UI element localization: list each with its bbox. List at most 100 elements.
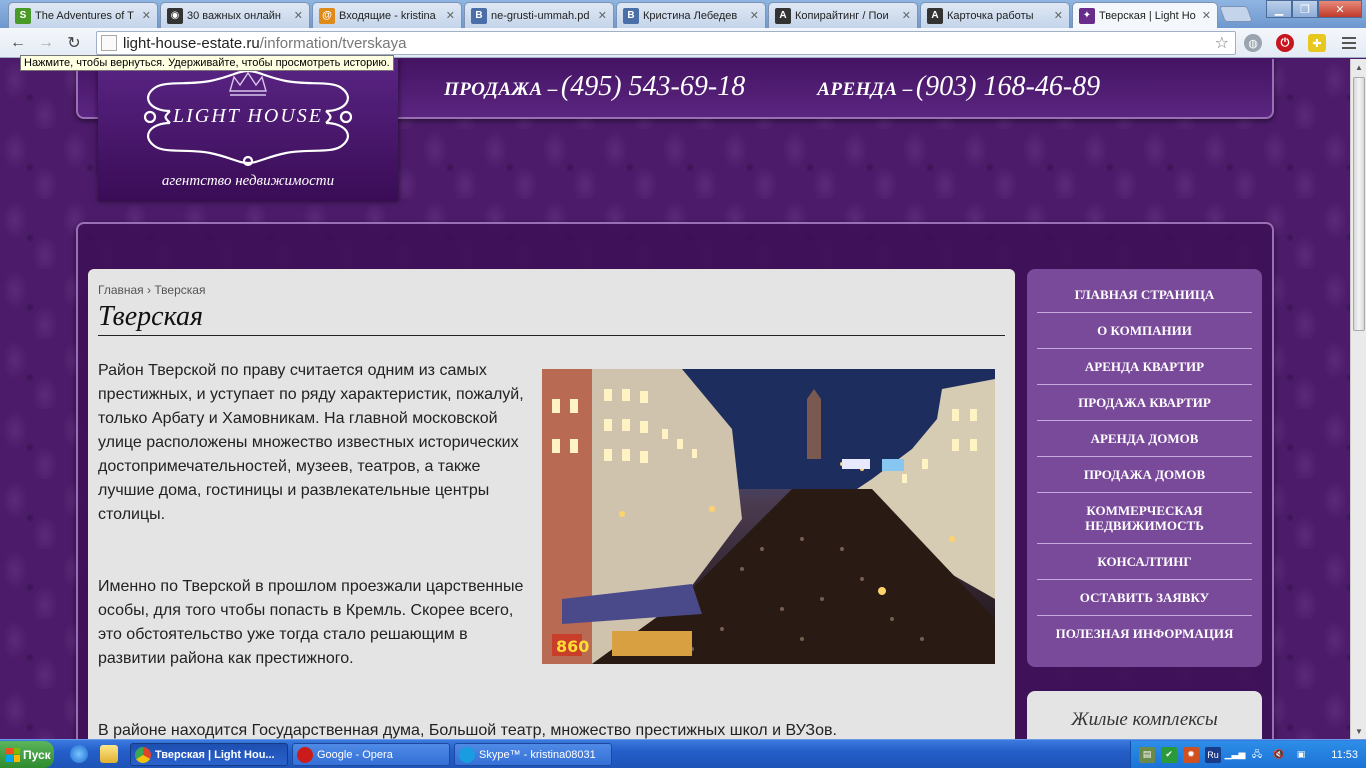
residential-complexes-block: Жилые комплексы xyxy=(1027,691,1262,739)
menu-item-about[interactable]: О КОМПАНИИ xyxy=(1037,313,1252,349)
logo-brand: LIGHT HOUSE xyxy=(173,105,323,127)
content-panel: Главная › Тверская Тверская Район Тверск… xyxy=(88,269,1015,739)
tab-favicon-icon: A xyxy=(775,7,791,24)
menu-item-house-rent[interactable]: АРЕНДА ДОМОВ xyxy=(1037,421,1252,457)
site-logo[interactable]: LIGHT HOUSE агентство недвижимости xyxy=(98,59,398,201)
tab-close-icon[interactable]: ✕ xyxy=(598,9,607,22)
menu-item-home[interactable]: ГЛАВНАЯ СТРАНИЦА xyxy=(1037,277,1252,313)
tab-close-icon[interactable]: ✕ xyxy=(1054,9,1063,22)
tab-title: Входящие - kristina xyxy=(339,9,436,22)
tab-close-icon[interactable]: ✕ xyxy=(142,9,151,22)
scroll-up-icon[interactable]: ▲ xyxy=(1351,59,1366,75)
scroll-thumb[interactable] xyxy=(1353,77,1365,331)
tray-antivirus-icon[interactable]: ✹ xyxy=(1183,746,1199,763)
breadcrumb-home-link[interactable]: Главная xyxy=(98,283,144,297)
breadcrumb: Главная › Тверская xyxy=(98,283,206,297)
scroll-down-icon[interactable]: ▼ xyxy=(1351,723,1366,739)
start-button[interactable]: Пуск xyxy=(0,741,54,768)
chrome-icon xyxy=(135,746,151,763)
tray-misc-icon[interactable]: ▣ xyxy=(1293,747,1309,763)
language-indicator[interactable]: Ru xyxy=(1205,746,1221,763)
page-viewport: LIGHT HOUSE агентство недвижимости ПРОДА… xyxy=(0,59,1350,739)
page-scrollbar[interactable]: ▲ ▼ xyxy=(1350,59,1366,739)
tverskaya-street-photo: 860 xyxy=(542,369,995,664)
page-title: Тверская xyxy=(98,301,1005,336)
menu-item-house-sale[interactable]: ПРОДАЖА ДОМОВ xyxy=(1037,457,1252,493)
volume-muted-icon[interactable]: 🔇 xyxy=(1271,747,1287,763)
network-icon[interactable]: 🖧 xyxy=(1249,747,1265,763)
tray-app-icon[interactable]: ▤ xyxy=(1139,746,1155,763)
menu-item-commercial[interactable]: КОММЕРЧЕСКАЯ НЕДВИЖИМОСТЬ xyxy=(1037,493,1252,544)
minimize-icon[interactable]: ▁ xyxy=(1266,0,1292,18)
back-arrow-icon[interactable]: ← xyxy=(6,32,30,54)
article-paragraph: Именно по Тверской в прошлом проезжали ц… xyxy=(98,578,524,667)
tab-close-icon[interactable]: ✕ xyxy=(750,9,759,22)
menu-item-consulting[interactable]: КОНСАЛТИНГ xyxy=(1037,544,1252,580)
tab-favicon-icon: A xyxy=(927,7,943,24)
power-extension-icon[interactable]: ⏻ xyxy=(1276,34,1294,52)
tab-title: Кристина Лебедев xyxy=(643,9,738,22)
tab-favicon-icon: ◉ xyxy=(167,7,183,24)
article-paragraph: В районе находится Государственная дума,… xyxy=(98,722,837,739)
tab-close-icon[interactable]: ✕ xyxy=(446,9,455,22)
browser-tab[interactable]: A Карточка работы ✕ xyxy=(920,2,1070,28)
address-bar[interactable]: light-house-estate.ru/information/tversk… xyxy=(96,31,1236,55)
menu-icon[interactable] xyxy=(1340,34,1358,52)
skype-icon xyxy=(459,746,475,763)
reload-icon[interactable]: ↻ xyxy=(62,32,86,54)
new-tab-button[interactable] xyxy=(1219,6,1253,22)
back-button-tooltip: Нажмите, чтобы вернуться. Удерживайте, ч… xyxy=(20,55,394,71)
browser-tab[interactable]: @ Входящие - kristina ✕ xyxy=(312,2,462,28)
tab-close-icon[interactable]: ✕ xyxy=(294,9,303,22)
url-text[interactable]: light-house-estate.ru/information/tversk… xyxy=(123,35,406,52)
puzzle-extension-icon[interactable]: ✚ xyxy=(1308,34,1326,52)
browser-toolbar: ← → ↻ light-house-estate.ru/information/… xyxy=(0,28,1366,58)
tab-title: 30 важных онлайн xyxy=(187,9,281,22)
tab-close-icon[interactable]: ✕ xyxy=(1202,9,1211,22)
sidebar-menu: ГЛАВНАЯ СТРАНИЦА О КОМПАНИИ АРЕНДА КВАРТ… xyxy=(1027,269,1262,667)
residential-complexes-title[interactable]: Жилые комплексы xyxy=(1027,709,1262,731)
page-icon xyxy=(101,35,117,51)
tab-favicon-icon: ✦ xyxy=(1079,7,1095,24)
browser-tab[interactable]: ◉ 30 важных онлайн ✕ xyxy=(160,2,310,28)
taskbar-item-opera[interactable]: Google - Opera xyxy=(292,743,450,766)
taskbar-item-chrome[interactable]: Тверская | Light Hou... xyxy=(130,743,288,766)
browser-tab[interactable]: B ne-grusti-ummah.pd ✕ xyxy=(464,2,614,28)
folder-quicklaunch-icon[interactable] xyxy=(100,745,118,763)
phone-rent: АРЕНДА – (903) 168-46-89 xyxy=(817,71,1101,102)
opera-icon xyxy=(297,746,313,763)
window-controls: ▁ ❐ ✕ xyxy=(1266,0,1362,18)
tab-title: Копирайтинг / Пои xyxy=(795,9,889,22)
maximize-icon[interactable]: ❐ xyxy=(1292,0,1318,18)
tab-favicon-icon: B xyxy=(471,7,487,24)
bookmark-star-icon[interactable]: ☆ xyxy=(1215,33,1229,53)
browser-tab-active[interactable]: ✦ Тверская | Light Ho ✕ xyxy=(1072,2,1218,28)
ie-quicklaunch-icon[interactable] xyxy=(70,745,88,763)
system-tray: ▤ ✔ ✹ Ru ▁▃▅ 🖧 🔇 ▣ 11:53 xyxy=(1130,741,1366,768)
tab-favicon-icon: S xyxy=(15,7,31,24)
tab-title: Тверская | Light Ho xyxy=(1099,9,1196,22)
browser-tab[interactable]: A Копирайтинг / Пои ✕ xyxy=(768,2,918,28)
article-paragraph: Район Тверской по праву считается одним … xyxy=(98,362,524,523)
browser-tab[interactable]: S The Adventures of T ✕ xyxy=(8,2,158,28)
phone-sale: ПРОДАЖА – (495) 543-69-18 xyxy=(444,71,746,102)
tab-close-icon[interactable]: ✕ xyxy=(902,9,911,22)
breadcrumb-current: Тверская xyxy=(154,283,206,297)
browser-tab[interactable]: B Кристина Лебедев ✕ xyxy=(616,2,766,28)
photo-sign-text: 860 xyxy=(556,637,589,656)
menu-item-apartment-sale[interactable]: ПРОДАЖА КВАРТИР xyxy=(1037,385,1252,421)
forward-arrow-icon[interactable]: → xyxy=(34,32,58,54)
globe-extension-icon[interactable]: ◍ xyxy=(1244,34,1262,52)
tray-check-icon[interactable]: ✔ xyxy=(1161,746,1177,763)
tab-title: Карточка работы xyxy=(947,9,1034,22)
tab-favicon-icon: @ xyxy=(319,7,335,24)
menu-item-useful-info[interactable]: ПОЛЕЗНАЯ ИНФОРМАЦИЯ xyxy=(1037,616,1252,652)
logo-tagline: агентство недвижимости xyxy=(161,173,335,189)
signal-icon[interactable]: ▁▃▅ xyxy=(1225,747,1246,763)
close-window-icon[interactable]: ✕ xyxy=(1318,0,1362,18)
windows-logo-icon xyxy=(6,747,20,762)
menu-item-request[interactable]: ОСТАВИТЬ ЗАЯВКУ xyxy=(1037,580,1252,616)
taskbar-item-skype[interactable]: Skype™ - kristina08031 xyxy=(454,743,612,766)
menu-item-apartment-rent[interactable]: АРЕНДА КВАРТИР xyxy=(1037,349,1252,385)
tab-favicon-icon: B xyxy=(623,7,639,24)
